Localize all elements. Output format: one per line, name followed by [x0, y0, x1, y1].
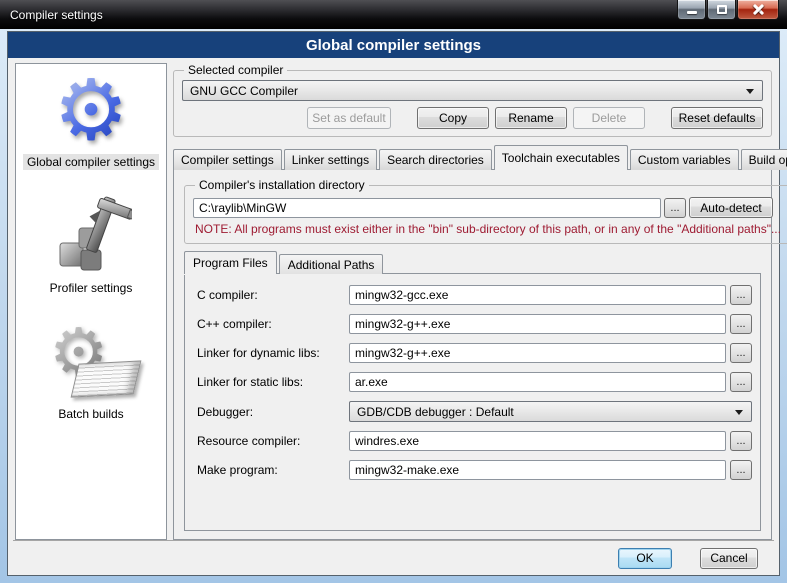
main-area: ⚙ Global compiler settings: [8, 58, 779, 540]
reset-defaults-button[interactable]: Reset defaults: [671, 107, 763, 129]
sidebar-item-global-compiler-settings[interactable]: ⚙ Global compiler settings: [23, 66, 159, 170]
compiler-settings-window: Compiler settings Global compiler settin…: [0, 0, 787, 583]
settings-tabs: Compiler settings Linker settings Search…: [173, 145, 772, 170]
c-compiler-browse-button[interactable]: ...: [730, 285, 752, 305]
auto-detect-button[interactable]: Auto-detect: [689, 197, 773, 218]
dynamic-linker-browse-button[interactable]: ...: [730, 343, 752, 363]
paper-stack-icon: [71, 360, 142, 397]
resource-compiler-input[interactable]: [349, 431, 726, 451]
batch-builds-gear-icon: ⚙: [43, 318, 139, 406]
cpp-compiler-input[interactable]: [349, 314, 726, 334]
tab-compiler-settings[interactable]: Compiler settings: [173, 149, 282, 170]
installation-directory-input[interactable]: [193, 198, 661, 218]
dialog-footer: OK Cancel: [13, 540, 774, 575]
cpp-compiler-browse-button[interactable]: ...: [730, 314, 752, 334]
resource-compiler-browse-button[interactable]: ...: [730, 431, 752, 451]
debugger-value: GDB/CDB debugger : Default: [357, 405, 514, 419]
field-label: Resource compiler:: [197, 434, 349, 448]
tab-toolchain-executables[interactable]: Toolchain executables: [494, 145, 628, 170]
debugger-row: Debugger: GDB/CDB debugger : Default: [197, 401, 752, 422]
selected-compiler-group: Selected compiler GNU GCC Compiler Set a…: [173, 63, 772, 137]
static-linker-browse-button[interactable]: ...: [730, 372, 752, 392]
tab-custom-variables[interactable]: Custom variables: [630, 149, 739, 170]
page-title: Global compiler settings: [8, 32, 779, 58]
selected-compiler-value: GNU GCC Compiler: [190, 84, 298, 98]
minimize-button[interactable]: [677, 0, 706, 20]
debugger-dropdown[interactable]: GDB/CDB debugger : Default: [349, 401, 752, 422]
tab-search-directories[interactable]: Search directories: [379, 149, 492, 170]
profiler-caliper-icon: [43, 192, 139, 280]
chevron-down-icon: [735, 410, 743, 415]
dynamic-linker-row: Linker for dynamic libs: ...: [197, 343, 752, 363]
close-icon: [752, 3, 765, 16]
installation-note: NOTE: All programs must exist either in …: [195, 222, 781, 236]
cancel-button[interactable]: Cancel: [700, 548, 758, 569]
sidebar: ⚙ Global compiler settings: [15, 63, 167, 540]
installation-directory-legend: Compiler's installation directory: [195, 178, 369, 192]
set-as-default-button: Set as default: [307, 107, 391, 129]
field-label: Debugger:: [197, 405, 349, 419]
ok-button[interactable]: OK: [618, 548, 672, 569]
field-label: C compiler:: [197, 288, 349, 302]
global-compiler-settings-gear-icon: ⚙: [43, 66, 139, 154]
cpp-compiler-row: C++ compiler: ...: [197, 314, 752, 334]
window-controls: [677, 0, 779, 20]
dialog-content: Global compiler settings ⚙ Global compil…: [7, 31, 780, 576]
close-button[interactable]: [737, 0, 779, 20]
maximize-icon: [717, 5, 727, 14]
static-linker-row: Linker for static libs: ...: [197, 372, 752, 392]
make-program-browse-button[interactable]: ...: [730, 460, 752, 480]
minimize-icon: [687, 11, 697, 14]
tab-build-options[interactable]: Build options: [741, 149, 787, 170]
make-program-input[interactable]: [349, 460, 726, 480]
c-compiler-input[interactable]: [349, 285, 726, 305]
field-label: Make program:: [197, 463, 349, 477]
dynamic-linker-input[interactable]: [349, 343, 726, 363]
tab-program-files[interactable]: Program Files: [184, 251, 277, 274]
program-files-panel: C compiler: ... C++ compiler: ...: [184, 273, 761, 531]
make-program-row: Make program: ...: [197, 460, 752, 480]
maximize-button[interactable]: [707, 0, 736, 20]
programs-notebook: Program Files Additional Paths C compile…: [184, 251, 761, 531]
compiler-actions: Set as default Copy Rename Delete Reset …: [182, 107, 763, 129]
tab-additional-paths[interactable]: Additional Paths: [279, 254, 384, 274]
installation-directory-group: Compiler's installation directory ... Au…: [184, 178, 787, 244]
chevron-down-icon: [746, 89, 754, 94]
field-label: C++ compiler:: [197, 317, 349, 331]
selected-compiler-legend: Selected compiler: [184, 63, 287, 77]
field-label: Linker for dynamic libs:: [197, 346, 349, 360]
delete-button: Delete: [573, 107, 645, 129]
resource-compiler-row: Resource compiler: ...: [197, 431, 752, 451]
selected-compiler-dropdown[interactable]: GNU GCC Compiler: [182, 80, 763, 101]
rename-button[interactable]: Rename: [495, 107, 567, 129]
tab-linker-settings[interactable]: Linker settings: [284, 149, 377, 170]
toolchain-executables-panel: Compiler's installation directory ... Au…: [173, 169, 772, 540]
programs-tabs: Program Files Additional Paths: [184, 251, 761, 274]
titlebar[interactable]: Compiler settings: [0, 0, 787, 29]
sidebar-item-label: Profiler settings: [46, 280, 137, 296]
c-compiler-row: C compiler: ...: [197, 285, 752, 305]
settings-panel: Selected compiler GNU GCC Compiler Set a…: [173, 63, 772, 540]
sidebar-item-batch-builds[interactable]: ⚙ Batch builds: [43, 318, 139, 422]
sidebar-item-label: Batch builds: [54, 406, 127, 422]
window-title: Compiler settings: [10, 8, 103, 22]
copy-button[interactable]: Copy: [417, 107, 489, 129]
field-label: Linker for static libs:: [197, 375, 349, 389]
sidebar-item-profiler-settings[interactable]: Profiler settings: [43, 192, 139, 296]
static-linker-input[interactable]: [349, 372, 726, 392]
window-frame: Global compiler settings ⚙ Global compil…: [0, 29, 787, 583]
installation-directory-row: ... Auto-detect: [193, 197, 773, 218]
browse-directory-button[interactable]: ...: [664, 198, 686, 218]
